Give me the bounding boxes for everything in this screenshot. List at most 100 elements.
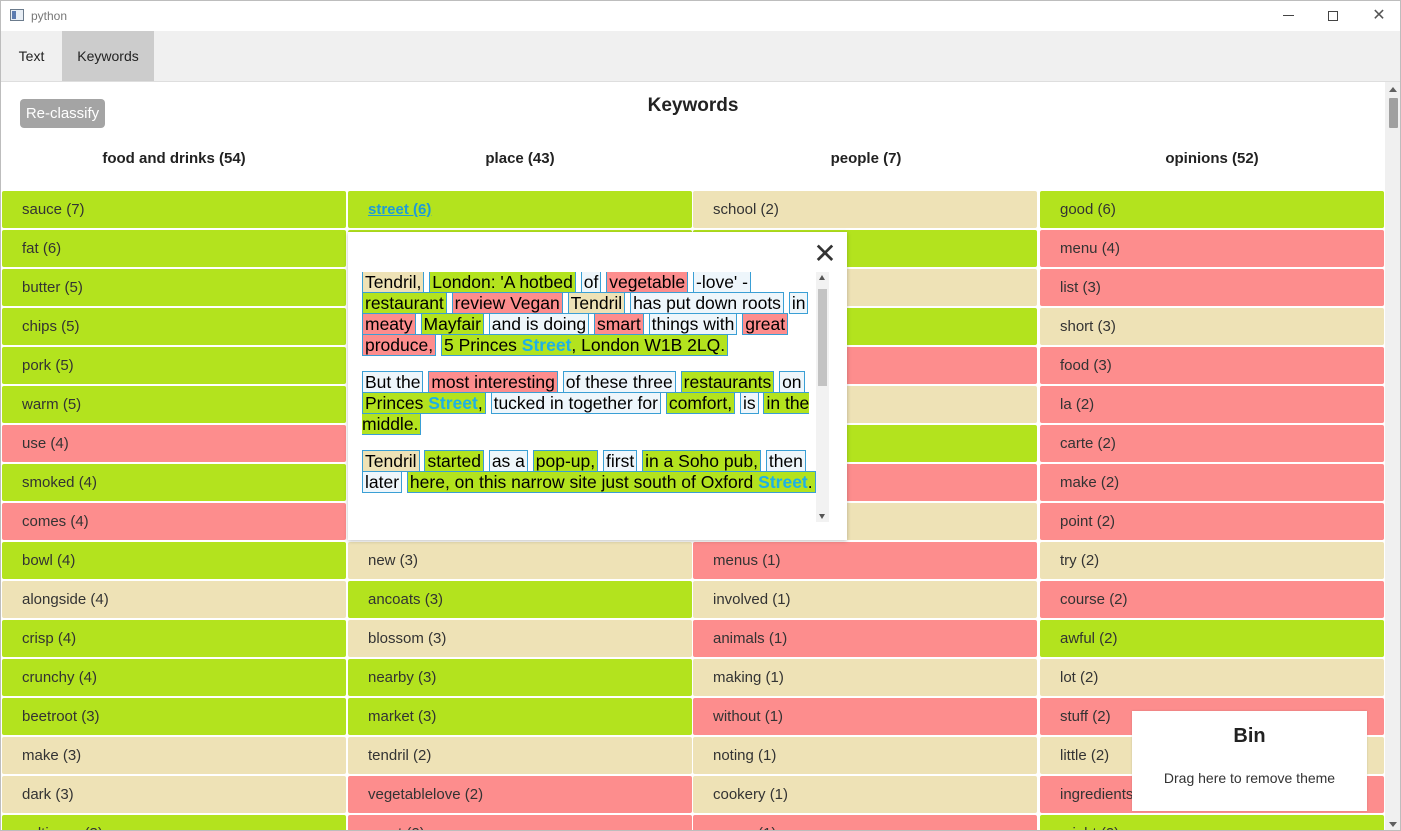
popup-paragraph: But the most interesting of these three …	[362, 371, 818, 435]
bin-drop-zone[interactable]: Bin Drag here to remove theme	[1132, 711, 1367, 811]
keyword-item[interactable]: making (1)	[693, 659, 1037, 696]
keyword-item[interactable]: point (2)	[1040, 503, 1384, 540]
keyword-item[interactable]: vegetablelove (2)	[348, 776, 692, 813]
highlighted-keyword: Street	[758, 472, 808, 492]
reclassify-button[interactable]: Re-classify	[20, 99, 105, 128]
scroll-up-icon[interactable]	[1389, 87, 1397, 92]
text-token: here, on this narrow site just south of …	[406, 471, 816, 493]
tab-keywords[interactable]: Keywords	[62, 31, 154, 81]
text-token: and is doing	[488, 313, 590, 335]
keyword-item[interactable]: beetroot (3)	[2, 698, 346, 735]
keyword-item[interactable]: street (6)	[348, 191, 692, 228]
text-token: pop-up,	[532, 450, 599, 472]
keyword-item[interactable]: tendril (2)	[348, 737, 692, 774]
text-token: Tendril	[567, 292, 626, 314]
token-text: Tendril,	[365, 272, 422, 292]
keyword-item[interactable]: new (3)	[348, 542, 692, 579]
scrollbar-thumb[interactable]	[1389, 98, 1398, 128]
text-token: started	[424, 450, 484, 472]
text-token: Tendril,	[362, 272, 425, 293]
keyword-item[interactable]: lot (2)	[1040, 659, 1384, 696]
keyword-item[interactable]: might (2)	[1040, 815, 1384, 830]
keyword-item[interactable]: pork (5)	[2, 347, 346, 384]
keyword-item[interactable]: school (2)	[693, 191, 1037, 228]
text-token: in	[788, 292, 809, 314]
keyword-item[interactable]: nearby (3)	[348, 659, 692, 696]
keyword-item[interactable]: menu (4)	[1040, 230, 1384, 267]
token-text: Princes	[365, 393, 429, 413]
keyword-item[interactable]: bowl (4)	[2, 542, 346, 579]
popup-paragraph: Tendril started as a pop-up, first in a …	[362, 450, 818, 493]
scroll-down-icon[interactable]	[1389, 822, 1397, 827]
keyword-item[interactable]: blossom (3)	[348, 620, 692, 657]
keyword-item[interactable]: butter (5)	[2, 269, 346, 306]
token-text: of	[583, 272, 599, 292]
text-token: on	[779, 371, 805, 393]
keyword-item[interactable]: sauce (7)	[2, 191, 346, 228]
text-token: -love' -	[693, 272, 751, 293]
title-bar: python ✕	[1, 1, 1400, 31]
close-window-button[interactable]: ✕	[1356, 1, 1400, 31]
token-text: tucked in together for	[493, 393, 658, 413]
tab-text[interactable]: Text	[1, 31, 62, 81]
close-icon[interactable]: ✕	[813, 240, 837, 268]
scroll-up-icon[interactable]	[819, 275, 825, 280]
window-title: python	[31, 9, 68, 23]
keyword-item[interactable]: market (3)	[348, 698, 692, 735]
keyword-item[interactable]: ancoats (3)	[348, 581, 692, 618]
vertical-scrollbar[interactable]	[1385, 82, 1400, 830]
keyword-item[interactable]: carte (2)	[1040, 425, 1384, 462]
keyword-item[interactable]: vegan (1)	[693, 815, 1037, 830]
maximize-button[interactable]	[1310, 1, 1356, 31]
keyword-item[interactable]: chips (5)	[2, 308, 346, 345]
keyword-item[interactable]: fat (6)	[2, 230, 346, 267]
token-suffix: .	[807, 472, 813, 492]
keyword-item[interactable]: awful (2)	[1040, 620, 1384, 657]
keyword-item[interactable]: warm (5)	[2, 386, 346, 423]
scroll-down-icon[interactable]	[819, 514, 825, 519]
keyword-item[interactable]: menus (1)	[693, 542, 1037, 579]
keyword-item[interactable]: food (3)	[1040, 347, 1384, 384]
keyword-item[interactable]: involved (1)	[693, 581, 1037, 618]
column-header-food-and-drinks[interactable]: food and drinks (54)	[1, 150, 347, 167]
keyword-item[interactable]: crunchy (4)	[2, 659, 346, 696]
keyword-item[interactable]: noting (1)	[693, 737, 1037, 774]
keyword-item[interactable]: course (2)	[1040, 581, 1384, 618]
column-header-people[interactable]: people (7)	[693, 150, 1039, 167]
text-token: comfort,	[665, 392, 736, 414]
text-token: But the	[362, 371, 424, 393]
keyword-item[interactable]: make (2)	[1040, 464, 1384, 501]
popup-scrollbar[interactable]	[816, 272, 829, 522]
keyword-item[interactable]: saltiness (3)	[2, 815, 346, 830]
keyword-item[interactable]: list (3)	[1040, 269, 1384, 306]
keyword-item[interactable]: alongside (4)	[2, 581, 346, 618]
token-text: Tendril	[365, 451, 417, 471]
text-token: things with	[648, 313, 738, 335]
token-text: restaurant	[365, 293, 444, 313]
keyword-item[interactable]: smoked (4)	[2, 464, 346, 501]
keyword-item[interactable]: good (6)	[1040, 191, 1384, 228]
column-header-opinions[interactable]: opinions (52)	[1039, 150, 1385, 167]
text-token: produce,	[362, 334, 437, 356]
keyword-item[interactable]: comes (4)	[2, 503, 346, 540]
keyword-item[interactable]: great (2)	[348, 815, 692, 830]
keyword-item[interactable]: try (2)	[1040, 542, 1384, 579]
keyword-item[interactable]: dark (3)	[2, 776, 346, 813]
minimize-button[interactable]	[1265, 1, 1311, 31]
token-text: first	[606, 451, 635, 471]
keyword-item[interactable]: cookery (1)	[693, 776, 1037, 813]
token-text: of these three	[565, 372, 673, 392]
keyword-item[interactable]: make (3)	[2, 737, 346, 774]
keyword-item[interactable]: use (4)	[2, 425, 346, 462]
popup-scrollbar-thumb[interactable]	[818, 289, 827, 386]
app-icon	[10, 9, 24, 21]
keyword-item[interactable]: without (1)	[693, 698, 1037, 735]
keyword-item[interactable]: la (2)	[1040, 386, 1384, 423]
keyword-item[interactable]: animals (1)	[693, 620, 1037, 657]
token-text: great	[745, 314, 786, 334]
column-header-place[interactable]: place (43)	[347, 150, 693, 167]
token-text: then	[768, 451, 803, 471]
keyword-item[interactable]: short (3)	[1040, 308, 1384, 345]
token-text: later	[365, 472, 400, 492]
keyword-item[interactable]: crisp (4)	[2, 620, 346, 657]
